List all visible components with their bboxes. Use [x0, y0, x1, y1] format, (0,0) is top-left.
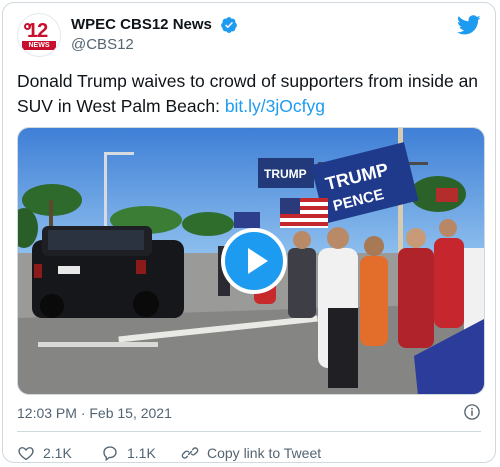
us-flag	[280, 198, 328, 228]
reply-button[interactable]: 1.1K	[101, 443, 156, 463]
play-button[interactable]	[221, 228, 287, 294]
link-icon	[181, 447, 199, 459]
flag-trump-1: TRUMP	[258, 158, 314, 188]
flag-text-1: TRUMP	[264, 167, 307, 181]
reply-count: 1.1K	[127, 445, 156, 461]
verified-badge-icon	[221, 17, 238, 33]
heart-icon	[18, 447, 34, 461]
divider	[17, 431, 481, 432]
copy-link-button[interactable]: Copy link to Tweet	[181, 443, 321, 463]
twitter-bird-icon[interactable]	[457, 13, 481, 37]
play-icon	[248, 248, 268, 274]
like-count: 2.1K	[43, 445, 72, 461]
video-player[interactable]: TRUMP TRUMP PENCE	[17, 127, 485, 395]
copy-link-label: Copy link to Tweet	[207, 445, 322, 461]
timestamp[interactable]: 12:03 PM · Feb 15, 2021	[17, 405, 172, 421]
avatar-logo-word: NEWS	[22, 41, 56, 50]
handle[interactable]: @CBS12	[71, 35, 238, 55]
tweet-meta: 12:03 PM · Feb 15, 2021	[17, 403, 481, 423]
tweet-text: Donald Trump waives to crowd of supporte…	[17, 69, 483, 119]
display-name[interactable]: WPEC CBS12 News	[71, 15, 212, 35]
like-button[interactable]: 2.1K	[17, 443, 72, 463]
reply-icon	[103, 446, 117, 462]
info-icon[interactable]	[463, 403, 481, 421]
avatar[interactable]: 12 NEWS	[17, 13, 61, 57]
road-line-2	[38, 342, 158, 347]
tweet-card[interactable]: 12 NEWS WPEC CBS12 News @CBS12 Donald Tr…	[2, 2, 496, 463]
tweet-link[interactable]: bit.ly/3jOcfyg	[225, 96, 325, 116]
tweet-header: 12 NEWS WPEC CBS12 News @CBS12	[17, 13, 481, 57]
avatar-logo-number: 12	[27, 20, 48, 42]
author-info[interactable]: WPEC CBS12 News @CBS12	[71, 15, 238, 55]
action-bar: 2.1K 1.1K Copy link to Tweet	[17, 443, 481, 463]
